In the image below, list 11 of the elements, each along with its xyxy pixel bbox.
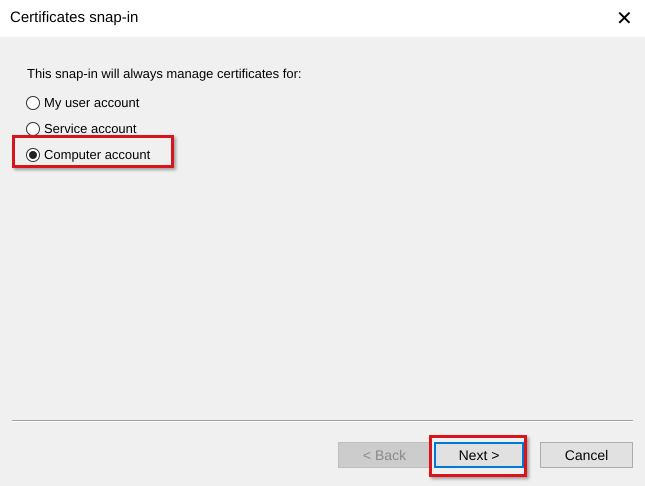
dialog-button[interactable]: Cancel [540, 442, 633, 468]
prompt-text: This snap-in will always manage certificates for: [27, 65, 303, 83]
radio-button[interactable] [26, 148, 40, 162]
option-label[interactable]: Service account [44, 118, 136, 138]
close-button[interactable]: ✕ [616, 8, 633, 28]
radio-button[interactable] [26, 122, 40, 136]
window-title: Certificates snap-in [10, 8, 138, 28]
option-label[interactable]: My user account [44, 92, 140, 112]
radio-button[interactable] [26, 96, 40, 110]
dialog-button[interactable]: Next > [434, 442, 524, 468]
option-label[interactable]: Computer account [44, 144, 150, 164]
